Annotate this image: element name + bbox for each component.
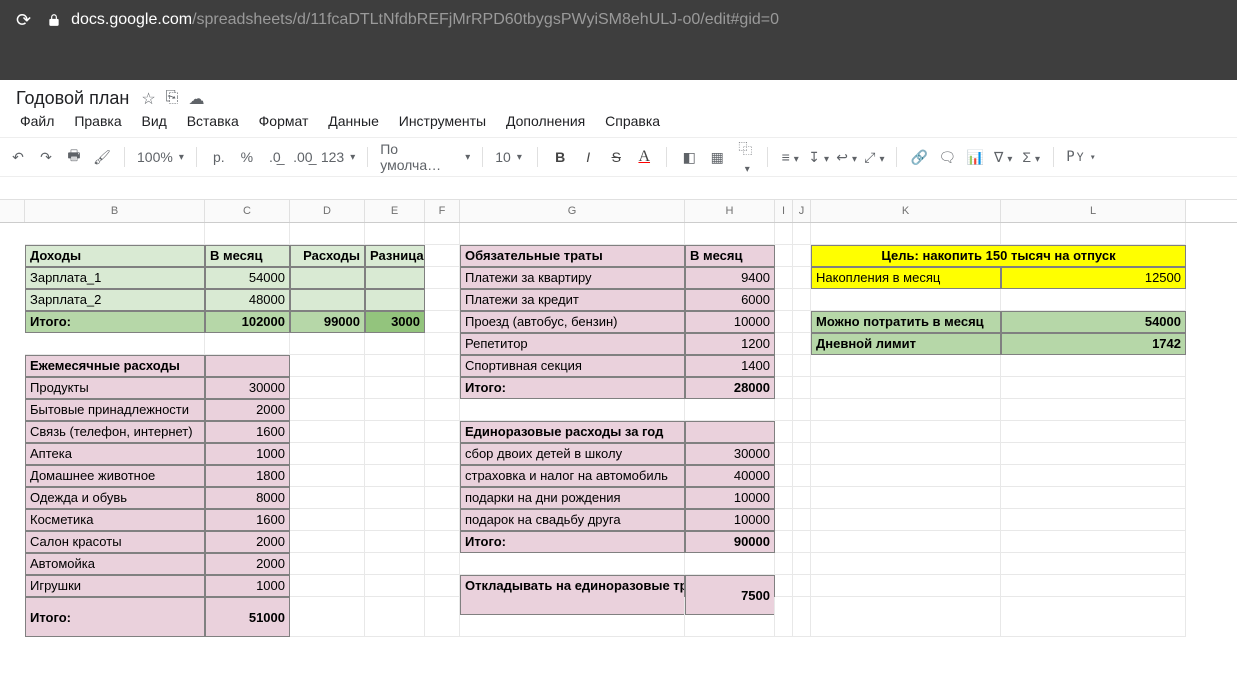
cell[interactable]: 1200 <box>685 333 775 355</box>
cell[interactable]: Обязательные траты <box>460 245 685 267</box>
col-E[interactable]: E <box>365 200 425 222</box>
wrap-icon[interactable]: ↩ <box>836 149 856 166</box>
cell[interactable]: В месяц <box>685 245 775 267</box>
cell[interactable]: 54000 <box>1001 311 1186 333</box>
filter-icon[interactable]: ∇ <box>993 149 1013 166</box>
strike-icon[interactable]: S <box>606 149 626 165</box>
col-I[interactable]: I <box>775 200 793 222</box>
chart-icon[interactable]: 📊 <box>965 149 985 166</box>
borders-icon[interactable]: ▦ <box>707 149 727 166</box>
cell[interactable]: Платежи за квартиру <box>460 267 685 289</box>
comment-icon[interactable]: 🗨 <box>937 149 957 166</box>
script-icon[interactable]: PY <box>1066 149 1096 165</box>
col-B[interactable]: B <box>25 200 205 222</box>
move-icon[interactable]: ⎘ <box>166 89 179 109</box>
cell[interactable]: Платежи за кредит <box>460 289 685 311</box>
valign-icon[interactable]: ↧ <box>808 149 828 166</box>
link-icon[interactable]: 🔗 <box>909 149 929 166</box>
toolbar: ↶ ↷ 🖶 🖌 100% р. % .0̲ .00̲ 123 По умолча… <box>0 137 1237 177</box>
more-formats[interactable]: 123 <box>321 149 355 165</box>
cell[interactable]: 9400 <box>685 267 775 289</box>
cell[interactable]: 12500 <box>1001 267 1186 289</box>
cell[interactable]: Цель: накопить 150 тысяч на отпуск <box>811 245 1186 267</box>
cell[interactable]: Ежемесячные расходы <box>25 355 205 377</box>
cell[interactable]: Проезд (автобус, бензин) <box>460 311 685 333</box>
col-F[interactable]: F <box>425 200 460 222</box>
menu-bar: Файл Правка Вид Вставка Формат Данные Ин… <box>0 109 1237 137</box>
menu-format[interactable]: Формат <box>251 109 317 133</box>
paint-format-icon[interactable]: 🖌 <box>92 149 112 166</box>
cell[interactable]: 102000 <box>205 311 290 333</box>
col-J[interactable]: J <box>793 200 811 222</box>
col-D[interactable]: D <box>290 200 365 222</box>
col-C[interactable]: C <box>205 200 290 222</box>
cell[interactable]: 6000 <box>685 289 775 311</box>
cell[interactable]: 1400 <box>685 355 775 377</box>
halign-icon[interactable]: ≡ <box>780 149 800 165</box>
cell[interactable]: 54000 <box>205 267 290 289</box>
cell[interactable]: 28000 <box>685 377 775 399</box>
print-icon[interactable]: 🖶 <box>64 145 84 169</box>
redo-icon[interactable]: ↷ <box>36 149 56 166</box>
currency-icon[interactable]: р. <box>209 149 229 165</box>
cloud-icon[interactable]: ☁ <box>188 89 204 109</box>
cell[interactable]: Итого: <box>460 377 685 399</box>
font-select[interactable]: По умолча… <box>380 141 470 173</box>
url-path: /spreadsheets/d/11fcaDTLtNfdbREFjMrRPD60… <box>192 11 779 29</box>
decrease-decimal-icon[interactable]: .0̲ <box>265 149 285 165</box>
star-icon[interactable]: ☆ <box>141 89 155 109</box>
cell[interactable]: Спортивная секция <box>460 355 685 377</box>
menu-tools[interactable]: Инструменты <box>391 109 494 133</box>
increase-decimal-icon[interactable]: .00̲ <box>293 149 313 165</box>
menu-edit[interactable]: Правка <box>66 109 129 133</box>
menu-file[interactable]: Файл <box>12 109 62 133</box>
col-G[interactable]: G <box>460 200 685 222</box>
menu-data[interactable]: Данные <box>320 109 387 133</box>
cell[interactable]: 1742 <box>1001 333 1186 355</box>
menu-help[interactable]: Справка <box>597 109 668 133</box>
cell[interactable]: Доходы <box>25 245 205 267</box>
cell[interactable]: Зарплата_2 <box>25 289 205 311</box>
zoom-select[interactable]: 100% <box>137 149 184 165</box>
menu-insert[interactable]: Вставка <box>179 109 247 133</box>
cell[interactable]: Разница <box>365 245 425 267</box>
cell[interactable]: 99000 <box>290 311 365 333</box>
column-headers: A A B C D E F G H I J K L <box>0 199 1237 223</box>
fill-color-icon[interactable]: ◧ <box>679 149 699 166</box>
cell[interactable]: Можно потратить в месяц <box>811 311 1001 333</box>
cell[interactable]: Расходы <box>290 245 365 267</box>
doc-title[interactable]: Годовой план <box>16 88 129 109</box>
undo-icon[interactable]: ↶ <box>8 149 28 166</box>
merge-icon[interactable]: ⿻ <box>735 139 755 175</box>
col-L[interactable]: L <box>1001 200 1186 222</box>
menu-view[interactable]: Вид <box>134 109 175 133</box>
url-bar[interactable]: docs.google.com/spreadsheets/d/11fcaDTLt… <box>47 11 1221 29</box>
fontsize-select[interactable]: 10 <box>495 149 525 165</box>
lock-icon <box>47 13 61 27</box>
corner[interactable] <box>0 200 25 222</box>
cell[interactable]: Зарплата_1 <box>25 267 205 289</box>
menu-addons[interactable]: Дополнения <box>498 109 593 133</box>
cell[interactable]: Репетитор <box>460 333 685 355</box>
cell[interactable]: 10000 <box>685 311 775 333</box>
cell[interactable]: 30000 <box>205 377 290 399</box>
cell[interactable]: Накопления в месяц <box>811 267 1001 289</box>
functions-icon[interactable]: Σ <box>1021 149 1041 165</box>
cell[interactable]: Продукты <box>25 377 205 399</box>
rotate-icon[interactable]: ⤢ <box>864 149 884 166</box>
bold-icon[interactable]: B <box>550 149 570 165</box>
url-host: docs.google.com <box>71 11 192 29</box>
cell[interactable]: 48000 <box>205 289 290 311</box>
cell[interactable]: Дневной лимит <box>811 333 1001 355</box>
reload-icon[interactable]: ⟳ <box>16 10 31 31</box>
cell[interactable]: В месяц <box>205 245 290 267</box>
italic-icon[interactable]: I <box>578 149 598 165</box>
col-K[interactable]: K <box>811 200 1001 222</box>
cell[interactable]: Итого: <box>25 311 205 333</box>
text-color-icon[interactable]: A <box>634 148 654 166</box>
col-H[interactable]: H <box>685 200 775 222</box>
percent-icon[interactable]: % <box>237 149 257 165</box>
cell[interactable]: 3000 <box>365 311 425 333</box>
spreadsheet-grid[interactable]: Доходы В месяц Расходы Разница Обязатель… <box>25 223 1237 637</box>
